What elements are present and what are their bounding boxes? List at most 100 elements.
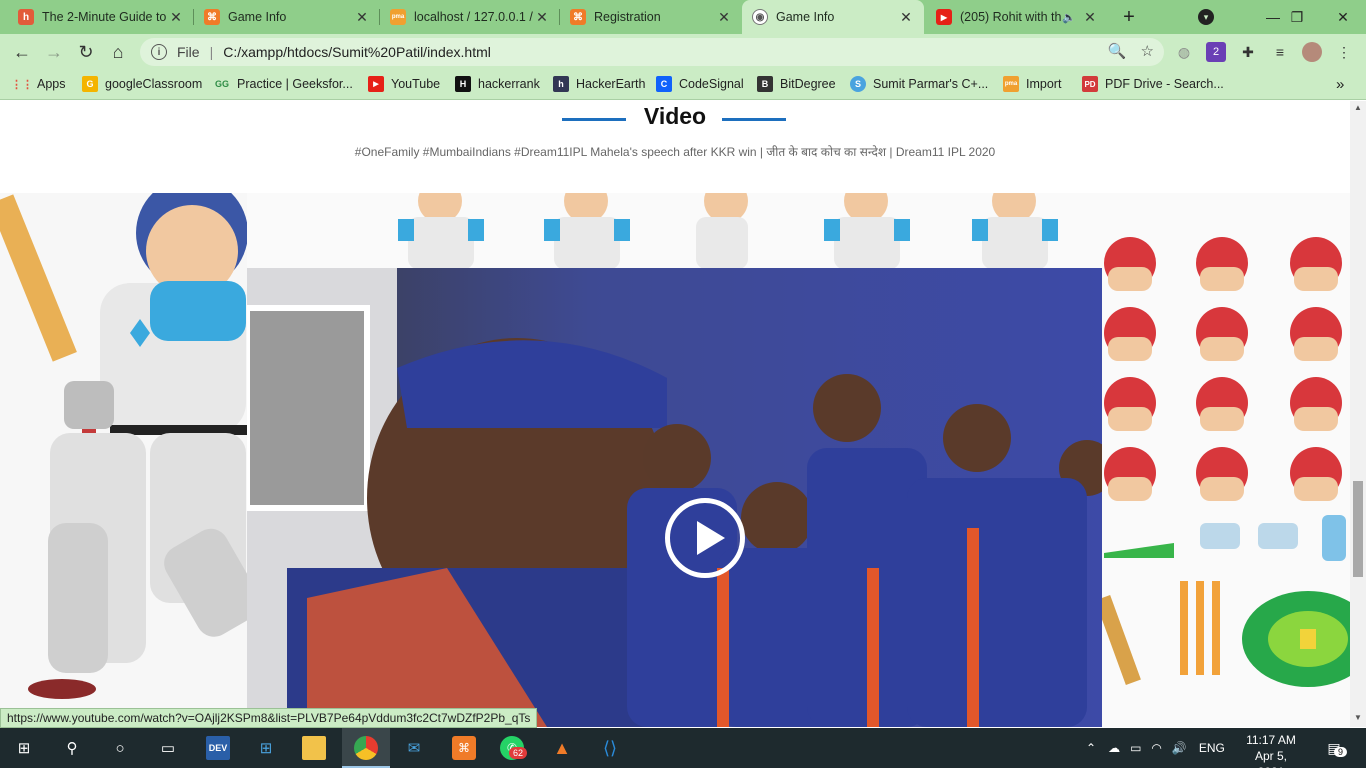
volume-icon[interactable]: 🔊: [1172, 741, 1187, 755]
close-tab-icon[interactable]: ✕: [716, 9, 732, 26]
hackerrank-icon: H: [455, 76, 471, 92]
bookmark-youtube[interactable]: ▶ YouTube: [368, 76, 440, 92]
battery-icon[interactable]: ▭: [1130, 741, 1141, 755]
tab-game-info-active[interactable]: ◉ Game Info ✕: [742, 0, 924, 34]
dev-app-icon[interactable]: DEV: [206, 736, 230, 760]
mail-icon[interactable]: ✉: [402, 736, 426, 760]
onedrive-icon[interactable]: ☁: [1108, 741, 1120, 755]
home-button[interactable]: ⌂: [106, 40, 130, 64]
bookmark-import[interactable]: pma Import: [1003, 76, 1061, 92]
bookmark-googleclassroom[interactable]: GgoogleClassroom: [82, 76, 202, 92]
speaker-icon: 🔈: [1062, 11, 1076, 24]
close-tab-icon[interactable]: ✕: [1082, 9, 1098, 26]
batsman-illustration: [0, 177, 261, 727]
link-status-bubble: https://www.youtube.com/watch?v=OAjlj2KS…: [0, 708, 538, 728]
clock-date: Apr 5, 2021: [1254, 749, 1287, 779]
tab-registration[interactable]: ⌘ Registration ✕: [560, 0, 742, 34]
bookmark-label: BitDegree: [780, 77, 836, 91]
bookmark-hackerrank[interactable]: Hhackerrank: [455, 76, 540, 92]
scroll-up-icon[interactable]: ▲: [1354, 103, 1362, 112]
tab-favicon-icon: h: [18, 9, 34, 25]
close-tab-icon[interactable]: ✕: [168, 9, 184, 26]
menu-kebab-icon[interactable]: ⋮: [1334, 42, 1354, 62]
tab-phpmyadmin[interactable]: pma localhost / 127.0.0.1 / ✕: [380, 0, 560, 34]
url-text[interactable]: C:/xampp/htdocs/Sumit%20Patil/index.html: [223, 44, 491, 60]
bookmarks-overflow-button[interactable]: »: [1336, 76, 1344, 93]
vlc-icon[interactable]: ▲: [550, 736, 574, 760]
close-tab-icon[interactable]: ✕: [898, 9, 914, 26]
site-icon: S: [850, 76, 866, 92]
back-button[interactable]: ←: [10, 40, 34, 64]
bookmark-codesignal[interactable]: C CodeSignal: [656, 76, 744, 92]
bookmark-geeksforgeeks[interactable]: GG Practice | Geeksfor...: [214, 76, 353, 92]
bookmark-label: CodeSignal: [679, 77, 744, 91]
geeksforgeeks-icon: GG: [214, 79, 229, 89]
extensions-puzzle-icon[interactable]: ✚: [1238, 42, 1258, 62]
tab-youtube[interactable]: ▶ (205) Rohit with th 🔈 ✕: [926, 0, 1108, 34]
language-indicator[interactable]: ENG: [1199, 741, 1225, 755]
bookmark-label: Sumit Parmar's C+...: [873, 77, 989, 91]
bookmark-label: Apps: [37, 77, 66, 91]
cortana-icon[interactable]: ○: [108, 736, 132, 760]
browser-toolbar: ← → ↻ ⌂ i File | C:/xampp/htdocs/Sumit%2…: [0, 34, 1366, 70]
extension-badge-icon[interactable]: 2: [1206, 42, 1226, 62]
windows-taskbar: ⊞ ⚲ ○ ▭ DEV ⊞ ✉ ⌘ ✆ 62 ▲ ⟨⟩ ⌃ ☁ ▭ ◠ 🔊 EN…: [0, 728, 1366, 779]
youtube-icon: ▶: [368, 76, 384, 92]
notification-count-badge: 9: [1334, 747, 1348, 757]
tab-title: localhost / 127.0.0.1 /: [414, 10, 533, 24]
system-tray: ⌃ ☁ ▭ ◠ 🔊 ENG: [1086, 728, 1225, 768]
wifi-icon[interactable]: ◠: [1151, 741, 1161, 755]
reload-button[interactable]: ↻: [74, 40, 98, 64]
file-explorer-icon[interactable]: [302, 736, 326, 760]
bookmarks-bar: ⋮⋮ Apps GgoogleClassroom GG Practice | Gee…: [0, 70, 1366, 100]
new-tab-button[interactable]: +: [1118, 6, 1140, 29]
tab-search-icon[interactable]: ▾: [1198, 9, 1214, 25]
clock-time: 11:17 AM: [1246, 733, 1296, 747]
classroom-icon: G: [82, 76, 98, 92]
media-queue-icon[interactable]: ≡: [1270, 42, 1290, 62]
restore-button[interactable]: ❐: [1274, 0, 1320, 34]
bookmark-label: Practice | Geeksfor...: [237, 77, 353, 91]
bookmark-apps[interactable]: ⋮⋮ Apps: [11, 76, 66, 92]
hackerearth-icon: h: [553, 76, 569, 92]
scroll-down-icon[interactable]: ▼: [1354, 713, 1362, 722]
tab-guide[interactable]: h The 2-Minute Guide to ✕: [8, 0, 194, 34]
tray-overflow-icon[interactable]: ⌃: [1086, 741, 1096, 755]
tab-title: (205) Rohit with th: [960, 10, 1062, 24]
tab-title: Game Info: [776, 10, 835, 24]
bookmark-pdf-drive[interactable]: PD PDF Drive - Search...: [1082, 76, 1224, 92]
windows-start-icon[interactable]: ⊞: [12, 736, 36, 760]
tab-game-info[interactable]: ⌘ Game Info ✕: [194, 0, 380, 34]
bookmark-bitdegree[interactable]: B BitDegree: [757, 76, 836, 92]
bookmark-label: googleClassroom: [105, 77, 203, 91]
heading-rule-right: [722, 118, 786, 121]
taskbar-clock[interactable]: 11:17 AM Apr 5, 2021: [1240, 732, 1302, 780]
page-scrollbar[interactable]: ▲ ▼: [1350, 101, 1366, 727]
scheme-label: File: [177, 44, 200, 60]
store-icon[interactable]: ⊞: [254, 736, 278, 760]
scrollbar-thumb[interactable]: [1353, 481, 1363, 577]
chrome-icon[interactable]: [354, 736, 378, 760]
vscode-icon[interactable]: ⟨⟩: [598, 736, 622, 760]
extension-globe-icon[interactable]: ◍: [1174, 42, 1194, 62]
close-tab-icon[interactable]: ✕: [354, 9, 370, 26]
close-window-button[interactable]: ✕: [1320, 0, 1366, 34]
page-content: Video #OneFamily #MumbaiIndians #Dream11…: [0, 101, 1350, 727]
tab-favicon-icon: ⌘: [204, 9, 220, 25]
address-bar[interactable]: i File | C:/xampp/htdocs/Sumit%20Patil/i…: [140, 38, 1164, 66]
bookmark-sumit-parmar[interactable]: S Sumit Parmar's C+...: [850, 76, 988, 92]
tab-favicon-icon: ⌘: [570, 9, 586, 25]
close-tab-icon[interactable]: ✕: [534, 9, 550, 26]
bookmark-hackerearth[interactable]: h HackerEarth: [553, 76, 645, 92]
xampp-icon[interactable]: ⌘: [452, 736, 476, 760]
video-player[interactable]: [247, 268, 1102, 727]
zoom-search-icon[interactable]: 🔍: [1108, 42, 1127, 60]
site-info-icon[interactable]: i: [151, 44, 167, 60]
task-view-icon[interactable]: ▭: [156, 736, 180, 760]
play-button-icon[interactable]: [665, 498, 745, 578]
forward-button[interactable]: →: [42, 40, 66, 64]
search-icon[interactable]: ⚲: [60, 736, 84, 760]
profile-avatar[interactable]: [1302, 42, 1322, 62]
bookmark-star-icon[interactable]: ☆: [1141, 42, 1154, 60]
bookmark-label: YouTube: [391, 77, 441, 91]
